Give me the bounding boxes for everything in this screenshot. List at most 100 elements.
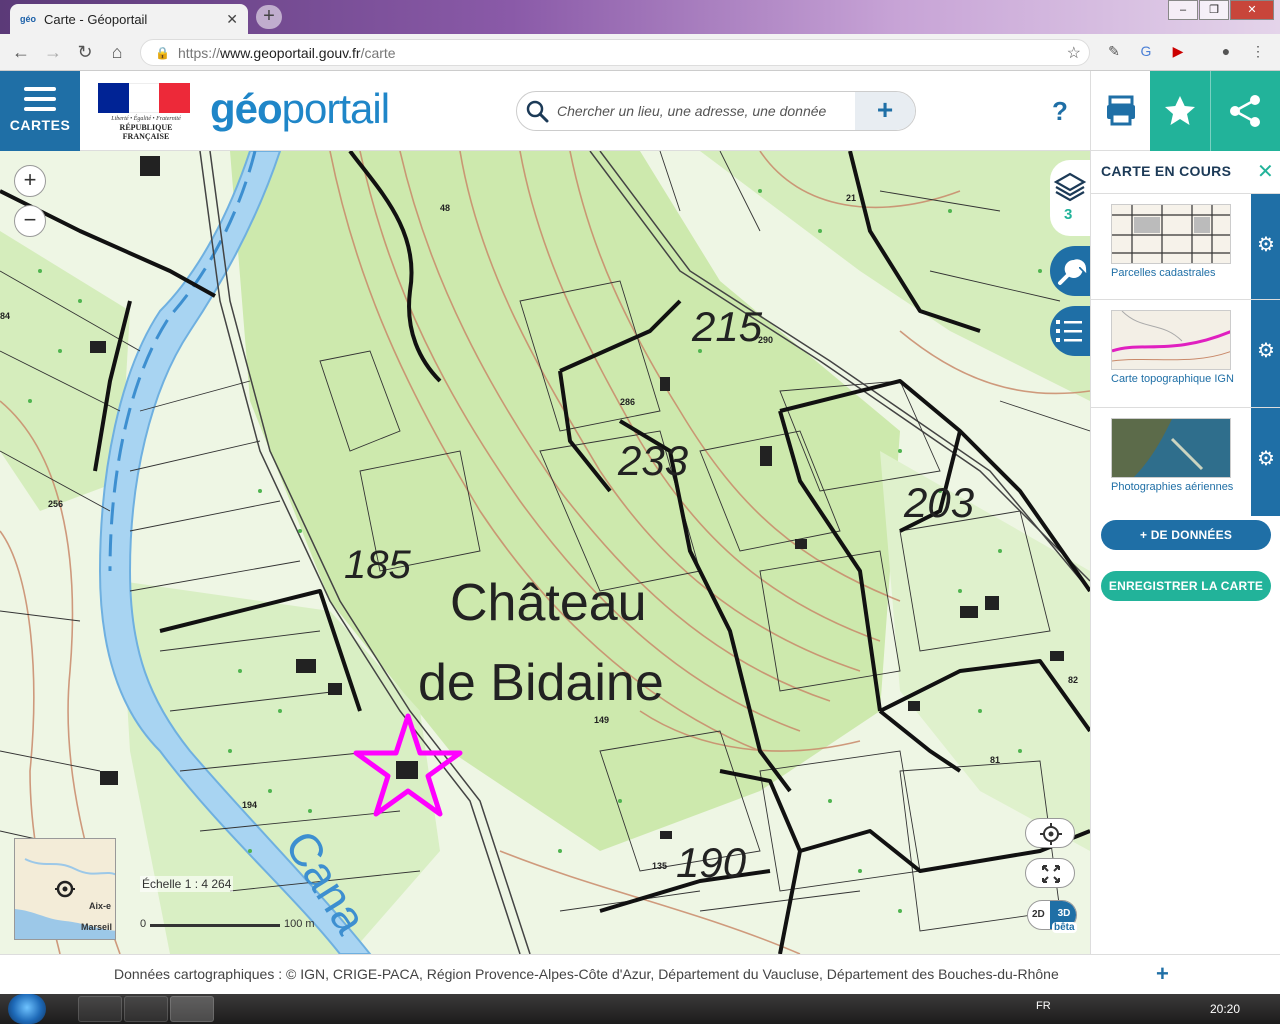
hamburger-icon: [24, 87, 56, 111]
layer-settings-gear-icon[interactable]: ⚙: [1251, 300, 1280, 408]
add-data-button[interactable]: + DE DONNÉES: [1101, 520, 1271, 550]
overview-label: Marseil: [81, 922, 113, 932]
elevation-label: 185: [344, 543, 411, 587]
elevation-label: 215: [692, 303, 763, 350]
windows-taskbar: FR 20:20: [0, 994, 1280, 1024]
url-field[interactable]: 🔒 https://www.geoportail.gouv.fr/carte ☆: [140, 39, 1090, 66]
address-bar: ← → ↻ ⌂ 🔒 https://www.geoportail.gouv.fr…: [0, 34, 1280, 71]
overview-label: Aix-e: [89, 901, 112, 911]
layer-settings-gear-icon[interactable]: ⚙: [1251, 408, 1280, 516]
input-language[interactable]: FR: [1036, 1000, 1051, 1012]
zoom-in-button[interactable]: +: [14, 165, 46, 197]
maps-menu-button[interactable]: CARTES: [0, 71, 80, 151]
layer-name: Parcelles cadastrales: [1111, 267, 1216, 279]
close-panel-icon[interactable]: ✕: [1257, 159, 1274, 184]
window-controls: – ❐ ✕: [1167, 0, 1274, 20]
profile-icon[interactable]: ●: [1216, 43, 1236, 59]
geolocate-button[interactable]: [1025, 818, 1075, 848]
back-icon[interactable]: ←: [10, 42, 32, 63]
fullscreen-button[interactable]: [1025, 858, 1075, 888]
share-button[interactable]: [1210, 71, 1280, 151]
advanced-search-button[interactable]: +: [855, 92, 915, 130]
print-button[interactable]: [1090, 71, 1150, 151]
gov-motto: Liberté • Égalité • Fraternité: [111, 116, 181, 122]
layer-item[interactable]: Photographies aériennes ⚙: [1091, 407, 1280, 516]
parcel-number: 84: [0, 311, 11, 321]
chrome-taskbar-icon[interactable]: [170, 996, 214, 1022]
elevation-label: 190: [676, 839, 747, 886]
parcel-number: 48: [440, 203, 451, 213]
zoom-out-button[interactable]: −: [14, 205, 46, 237]
tab-title: Carte - Géoportail: [44, 11, 148, 27]
scale-ratio: Échelle 1 : 4 264: [140, 876, 234, 892]
search-box: +: [516, 91, 916, 131]
translate-extension-icon[interactable]: G: [1136, 43, 1156, 59]
bookmark-star-icon[interactable]: ☆: [1067, 43, 1081, 63]
list-icon: [1056, 320, 1082, 342]
panel-title: CARTE EN COURS: [1101, 163, 1232, 179]
search-input[interactable]: [557, 100, 847, 122]
parcel-number: 149: [594, 715, 610, 725]
printer-icon: [1107, 95, 1135, 126]
layer-thumbnail: [1111, 204, 1231, 264]
forward-icon[interactable]: →: [42, 42, 64, 63]
add-data-label: DE DONNÉES: [1150, 528, 1233, 542]
close-tab-icon[interactable]: ✕: [226, 11, 238, 28]
more-credits-button[interactable]: +: [1156, 961, 1169, 987]
attribution-bar: Données cartographiques : © IGN, CRIGE-P…: [0, 954, 1280, 994]
save-map-button[interactable]: ENREGISTRER LA CARTE: [1101, 571, 1271, 601]
system-clock[interactable]: 20:20: [1210, 1002, 1240, 1016]
2d-button[interactable]: 2D: [1032, 909, 1045, 920]
favorites-button[interactable]: [1150, 71, 1210, 151]
gov-name: RÉPUBLIQUE FRANÇAISE: [119, 123, 173, 141]
url-host: www.geoportail.gouv.fr: [219, 44, 361, 61]
browser-tab[interactable]: géo Carte - Géoportail ✕: [10, 4, 248, 34]
layer-item[interactable]: Parcelles cadastrales ⚙: [1091, 193, 1280, 300]
geoportail-logo[interactable]: géoportail: [210, 85, 390, 133]
windows-start-icon[interactable]: [8, 994, 46, 1024]
legend-tab[interactable]: [1050, 306, 1090, 356]
restore-button[interactable]: ❐: [1199, 0, 1229, 20]
elevation-label: 203: [904, 479, 975, 526]
layer-thumbnail: [1111, 418, 1231, 478]
fullscreen-icon: [1042, 865, 1060, 883]
logo-geo: géo: [210, 85, 283, 132]
place-name-line2: de Bidaine: [418, 654, 664, 712]
parcel-number: 21: [846, 193, 857, 203]
media-player-icon[interactable]: [124, 996, 168, 1022]
map-viewport[interactable]: 215 233 203 185 190 Château de Bidaine C…: [0, 151, 1090, 954]
place-name-line1: Château: [450, 574, 647, 632]
minimize-button[interactable]: –: [1168, 0, 1198, 20]
parcel-number: 286: [620, 397, 636, 407]
browser-titlebar: géo Carte - Géoportail ✕ + – ❐ ✕: [0, 0, 1280, 34]
new-tab-button[interactable]: +: [256, 5, 282, 29]
url-path: /carte: [360, 44, 396, 61]
tricolor-flag-icon: [98, 83, 191, 113]
reload-icon[interactable]: ↻: [74, 42, 96, 63]
lock-icon: 🔒: [155, 45, 170, 60]
file-explorer-icon[interactable]: [78, 996, 122, 1022]
scale-line: [150, 924, 280, 927]
tools-tab[interactable]: [1050, 246, 1090, 296]
layer-settings-gear-icon[interactable]: ⚙: [1251, 194, 1280, 300]
logo-portail: portail: [281, 85, 390, 132]
eyedropper-extension-icon[interactable]: ✎: [1104, 43, 1124, 60]
scale-bar: 0 100 m: [140, 916, 320, 930]
search-icon[interactable]: [525, 99, 549, 123]
layers-icon: [1053, 172, 1087, 202]
chrome-menu-icon[interactable]: ⋮: [1248, 43, 1268, 60]
layer-name: Carte topographique IGN: [1111, 373, 1234, 385]
topographic-map[interactable]: [0, 151, 1090, 954]
plus-icon: +: [1139, 528, 1151, 542]
home-icon[interactable]: ⌂: [106, 42, 128, 63]
help-button[interactable]: ?: [1040, 91, 1080, 131]
layer-count: 3: [1064, 206, 1073, 223]
scale-zero: 0: [140, 918, 147, 930]
layer-item[interactable]: Carte topographique IGN ⚙: [1091, 299, 1280, 408]
layers-tab[interactable]: 3: [1050, 160, 1090, 236]
layer-thumbnail: [1111, 310, 1231, 370]
overview-map[interactable]: Aix-e Marseil: [14, 838, 116, 940]
close-window-button[interactable]: ✕: [1230, 0, 1274, 20]
parcel-number: 290: [758, 335, 774, 345]
video-extension-icon[interactable]: ▶: [1168, 43, 1188, 60]
